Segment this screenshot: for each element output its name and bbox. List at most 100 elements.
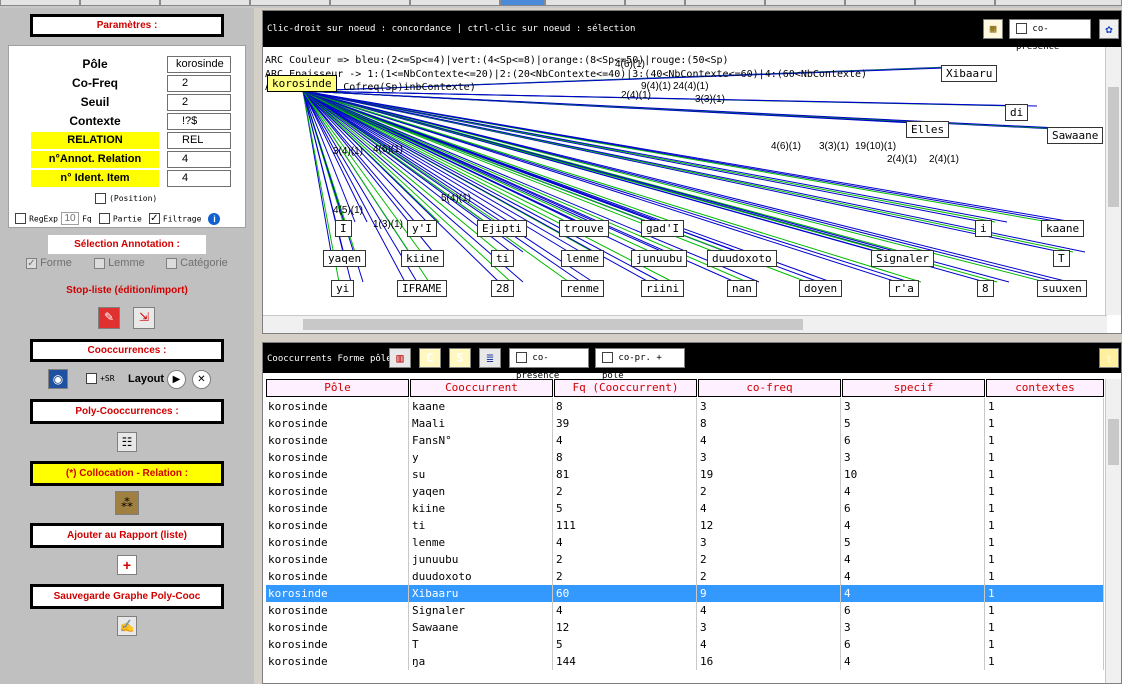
copr-pole-toggle[interactable]: co-pr. + pôle bbox=[595, 348, 685, 381]
column-header[interactable]: co-freq bbox=[698, 379, 841, 397]
graph-node[interactable]: trouve bbox=[559, 220, 609, 237]
center-node[interactable]: korosinde bbox=[267, 75, 337, 92]
play-icon[interactable]: ▶ bbox=[167, 370, 186, 389]
top-tab[interactable] bbox=[545, 0, 625, 6]
graph-node[interactable]: di bbox=[1005, 104, 1029, 121]
graph-copresence-toggle[interactable]: co-présence bbox=[1009, 19, 1091, 52]
column-header[interactable]: specif bbox=[842, 379, 985, 397]
top-tab[interactable] bbox=[765, 0, 845, 6]
graph-node[interactable]: doyen bbox=[799, 280, 843, 297]
table-row[interactable]: korosinde Maali 39 8 5 1 bbox=[266, 415, 1104, 432]
top-tab[interactable] bbox=[915, 0, 995, 6]
graph-node[interactable]: i bbox=[975, 220, 992, 237]
graph-node[interactable]: ti bbox=[491, 250, 515, 267]
graph-node[interactable]: renme bbox=[561, 280, 605, 297]
table-row[interactable]: korosinde ti 111 12 4 1 bbox=[266, 517, 1104, 534]
table-row[interactable]: korosinde Xibaaru 60 9 4 1 bbox=[266, 585, 1104, 602]
filtrage-checkbox[interactable]: ✓ bbox=[148, 213, 160, 224]
column-header[interactable]: Cooccurrent bbox=[410, 379, 553, 397]
plus-icon[interactable]: + bbox=[117, 555, 137, 575]
graph-node[interactable]: I bbox=[335, 220, 352, 237]
copr-pole-checkbox[interactable] bbox=[602, 352, 613, 363]
graph-node[interactable]: Signaler bbox=[871, 250, 934, 267]
export-icon[interactable]: ⇪ bbox=[1099, 348, 1119, 368]
graph-node[interactable]: nan bbox=[727, 280, 757, 297]
table-copresence-checkbox[interactable] bbox=[516, 352, 527, 363]
top-tab[interactable] bbox=[995, 0, 1122, 6]
position-checkbox[interactable] bbox=[95, 192, 106, 204]
table-row[interactable]: korosinde lenme 4 3 5 1 bbox=[266, 534, 1104, 551]
fq-input[interactable]: 10 bbox=[61, 212, 80, 225]
graph-node[interactable]: 8 bbox=[977, 280, 994, 297]
stop-icon[interactable]: ✕ bbox=[192, 370, 211, 389]
table-row[interactable]: korosinde kaane 8 3 3 1 bbox=[266, 398, 1104, 415]
graph-canvas[interactable]: ARC Couleur => bleu:(2<=Sp<=4)|vert:(4<S… bbox=[263, 47, 1107, 315]
network-icon[interactable]: ⁂ bbox=[115, 491, 139, 515]
lemme-checkbox[interactable] bbox=[94, 257, 105, 269]
graph-hscroll-thumb[interactable] bbox=[303, 319, 803, 330]
top-tab-active[interactable] bbox=[500, 0, 545, 6]
graph-node[interactable]: lenme bbox=[561, 250, 605, 267]
forme-option[interactable]: ✓ Forme bbox=[26, 257, 72, 269]
table-row[interactable]: korosinde ŋa 144 16 4 1 bbox=[266, 653, 1104, 670]
graph-copresence-checkbox[interactable] bbox=[1016, 23, 1027, 34]
graph-node[interactable]: Ejipti bbox=[477, 220, 527, 237]
list-icon[interactable]: ≣ bbox=[479, 348, 501, 368]
top-tab[interactable] bbox=[0, 0, 80, 6]
graph-node[interactable]: duudoxoto bbox=[707, 250, 777, 267]
top-tab[interactable] bbox=[410, 0, 500, 6]
table-copresence-toggle[interactable]: co-présence bbox=[509, 348, 589, 381]
graph-node[interactable]: Sawaane bbox=[1047, 127, 1104, 144]
graph-node[interactable]: Elles bbox=[906, 121, 950, 138]
sr-option[interactable]: +SR bbox=[86, 372, 115, 384]
tree-icon[interactable]: ☷ bbox=[117, 432, 137, 452]
c-icon[interactable]: C bbox=[419, 348, 441, 368]
seuil-input[interactable]: 2 bbox=[167, 94, 231, 111]
graph-node[interactable]: r'a bbox=[889, 280, 919, 297]
position-option[interactable]: (Position) bbox=[95, 192, 157, 204]
chart-icon[interactable]: ▥ bbox=[389, 348, 411, 368]
graph-node[interactable]: y'I bbox=[407, 220, 437, 237]
top-tab[interactable] bbox=[160, 0, 250, 6]
s-icon[interactable]: S bbox=[449, 348, 471, 368]
table-row[interactable]: korosinde Sawaane 12 3 3 1 bbox=[266, 619, 1104, 636]
color-icon[interactable]: ✿ bbox=[1099, 19, 1119, 39]
table-row[interactable]: korosinde Signaler 4 4 6 1 bbox=[266, 602, 1104, 619]
forme-checkbox[interactable]: ✓ bbox=[26, 257, 37, 269]
top-tab[interactable] bbox=[685, 0, 765, 6]
graph-node[interactable]: suuxen bbox=[1037, 280, 1087, 297]
regexp-checkbox[interactable] bbox=[15, 213, 26, 224]
import-icon[interactable]: ⇲ bbox=[133, 307, 155, 329]
table-row[interactable]: korosinde FansN° 4 4 6 1 bbox=[266, 432, 1104, 449]
categorie-checkbox[interactable] bbox=[166, 257, 177, 269]
ident-input[interactable]: 4 bbox=[167, 170, 231, 187]
top-tab[interactable] bbox=[845, 0, 915, 6]
column-header[interactable]: Fq (Cooccurrent) bbox=[554, 379, 697, 397]
annot-input[interactable]: 4 bbox=[167, 151, 231, 168]
graph-node[interactable]: 28 bbox=[491, 280, 515, 297]
table-row[interactable]: korosinde duudoxoto 2 2 4 1 bbox=[266, 568, 1104, 585]
graph-node[interactable]: gad'I bbox=[641, 220, 685, 237]
partie-checkbox[interactable] bbox=[98, 213, 110, 224]
column-header[interactable]: contextes bbox=[986, 379, 1104, 397]
table-row[interactable]: korosinde su 81 19 10 1 bbox=[266, 466, 1104, 483]
table-row[interactable]: korosinde junuubu 2 2 4 1 bbox=[266, 551, 1104, 568]
table-vertical-scrollbar[interactable] bbox=[1105, 379, 1121, 683]
top-tab[interactable] bbox=[330, 0, 410, 6]
table-row[interactable]: korosinde T 5 4 6 1 bbox=[266, 636, 1104, 653]
sr-checkbox[interactable] bbox=[86, 372, 97, 384]
graph-node[interactable]: Xibaaru bbox=[941, 65, 998, 82]
column-header[interactable]: Pôle bbox=[266, 379, 409, 397]
graph-vertical-scrollbar[interactable] bbox=[1105, 47, 1121, 315]
graph-node[interactable]: IFRAME bbox=[397, 280, 447, 297]
grid-icon[interactable]: ▦ bbox=[983, 19, 1003, 39]
contexte-input[interactable]: !?$ bbox=[167, 113, 231, 130]
graph-node[interactable]: kaane bbox=[1041, 220, 1085, 237]
table-row[interactable]: korosinde kiine 5 4 6 1 bbox=[266, 500, 1104, 517]
table-row[interactable]: korosinde y 8 3 3 1 bbox=[266, 449, 1104, 466]
top-tab[interactable] bbox=[625, 0, 685, 6]
graph-horizontal-scrollbar[interactable] bbox=[263, 315, 1107, 333]
relation-input[interactable]: REL bbox=[167, 132, 231, 149]
graph-node[interactable]: T bbox=[1053, 250, 1070, 267]
disc-icon[interactable]: ◉ bbox=[48, 369, 68, 389]
